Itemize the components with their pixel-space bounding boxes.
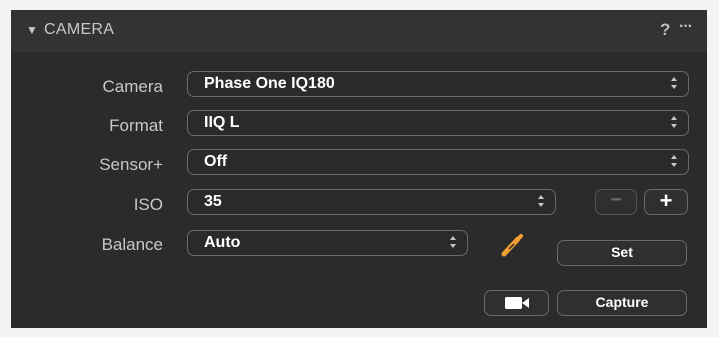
video-camera-icon xyxy=(504,297,529,309)
sensor-select[interactable]: Off xyxy=(187,149,689,175)
eyedropper-icon[interactable] xyxy=(499,230,527,258)
help-button[interactable]: ? xyxy=(660,20,670,40)
panel-title: CAMERA xyxy=(44,21,115,38)
panel-header[interactable]: ▼ CAMERA ? ··· xyxy=(11,10,707,52)
up-down-chevron-icon xyxy=(450,236,456,248)
iso-label: ISO xyxy=(133,195,163,214)
set-balance-button[interactable]: Set xyxy=(557,240,687,266)
iso-value: 35 xyxy=(204,193,222,210)
format-label: Format xyxy=(109,116,163,135)
capture-button[interactable]: Capture xyxy=(557,290,687,316)
triangle-down-icon[interactable]: ▼ xyxy=(26,23,38,37)
balance-label: Balance xyxy=(101,235,163,254)
up-down-chevron-icon xyxy=(671,77,677,89)
camera-panel: ▼ CAMERA ? ··· Camera Phase One IQ180 Fo… xyxy=(11,10,707,328)
iso-select[interactable]: 35 xyxy=(187,189,556,215)
sensor-value: Off xyxy=(204,153,228,170)
more-options-button[interactable]: ··· xyxy=(679,18,693,36)
sensor-label: Sensor+ xyxy=(99,155,163,174)
format-value: IIQ L xyxy=(204,114,240,131)
camera-value: Phase One IQ180 xyxy=(204,75,335,92)
format-select[interactable]: IIQ L xyxy=(187,110,689,136)
camera-label: Camera xyxy=(102,77,163,96)
iso-decrease-button[interactable]: − xyxy=(595,189,637,215)
up-down-chevron-icon xyxy=(538,195,544,207)
live-view-button[interactable] xyxy=(484,290,549,316)
iso-increase-button[interactable]: + xyxy=(644,189,688,215)
balance-select[interactable]: Auto xyxy=(187,230,468,256)
camera-select[interactable]: Phase One IQ180 xyxy=(187,71,689,97)
up-down-chevron-icon xyxy=(671,155,677,167)
balance-value: Auto xyxy=(204,234,241,251)
up-down-chevron-icon xyxy=(671,116,677,128)
